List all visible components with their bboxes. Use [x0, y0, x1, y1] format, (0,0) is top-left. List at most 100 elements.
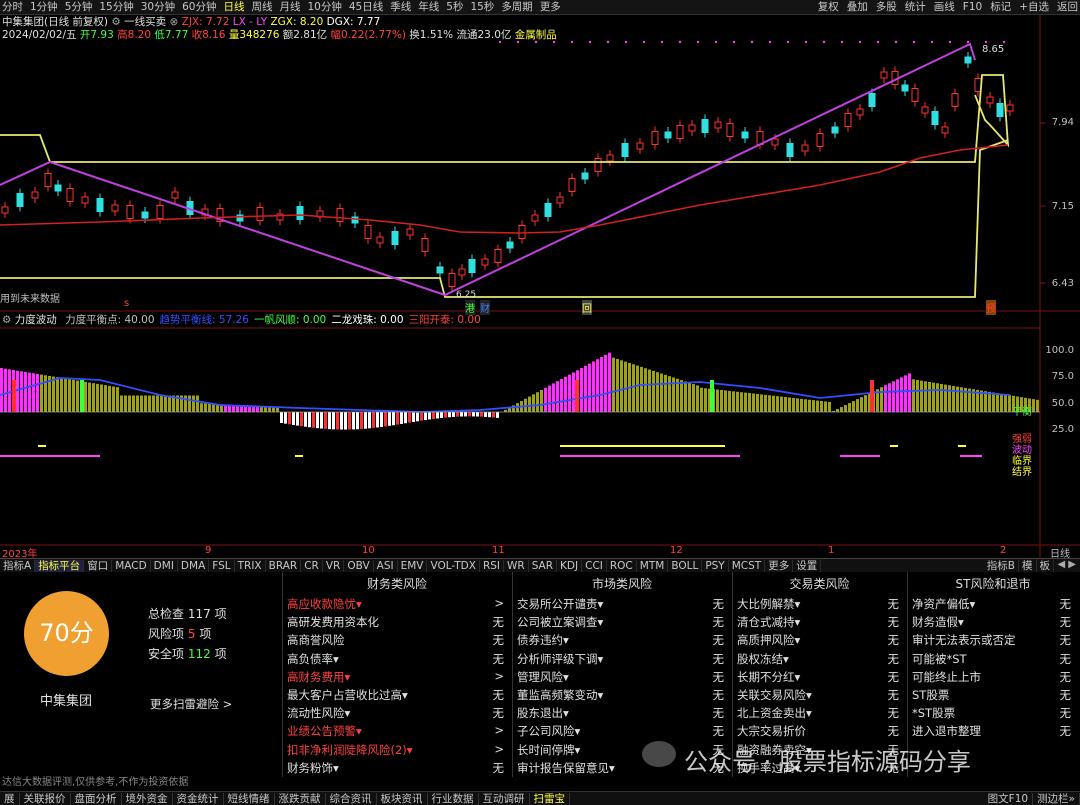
indicator-tab[interactable]: VR [323, 560, 345, 572]
risk-item[interactable]: 股权冻结▾ [737, 651, 789, 667]
period-tab[interactable]: 15秒 [470, 0, 494, 14]
buyback-marker[interactable]: 回 [582, 300, 592, 315]
statusbar-item[interactable]: 互动调研 [479, 793, 530, 805]
indicator-tab[interactable]: EMV [398, 560, 428, 572]
risk-item[interactable]: 股东退出▾ [517, 705, 569, 721]
statusbar-item[interactable]: 行业数据 [428, 793, 479, 805]
risk-item[interactable]: 管理风险▾ [517, 669, 569, 685]
period-tab[interactable]: 日线 [224, 0, 245, 14]
statusbar-right-item[interactable]: 图文F10 [984, 793, 1034, 805]
indicator-tab[interactable]: FSL [209, 560, 235, 572]
statusbar-item[interactable]: 综合资讯 [326, 793, 377, 805]
risk-item[interactable]: 高应收款隐忧▾ [287, 596, 362, 612]
risk-item[interactable]: 最大客户占营收比过高▾ [287, 687, 408, 703]
risk-item[interactable]: 扣非净利润陡降风险(2)▾ [287, 742, 413, 758]
period-tab[interactable]: 年线 [418, 0, 439, 14]
statusbar-item[interactable]: 展 [0, 793, 20, 805]
risk-item[interactable]: 债券违约▾ [517, 632, 569, 648]
period-tab[interactable]: 5秒 [446, 0, 463, 14]
indicator-tab[interactable]: MACD [112, 560, 151, 572]
period-tab[interactable]: 5分钟 [65, 0, 93, 14]
indicator-close-icon[interactable]: ⊗ [169, 16, 178, 28]
indicator-tab[interactable]: DMI [151, 560, 178, 572]
risk-item[interactable]: 大比例解禁▾ [737, 596, 800, 612]
statusbar-item[interactable]: 扫雷宝 [530, 793, 570, 805]
indicator-tab[interactable]: BRAR [266, 560, 302, 572]
risk-item[interactable]: 高研发费用资本化 [287, 614, 379, 630]
toolbar-button[interactable]: 画线 [934, 0, 955, 14]
indicator-tab[interactable]: 指标平台 [35, 560, 85, 572]
tab-scroll-icon[interactable]: ◀ ▶ [1057, 559, 1076, 570]
risk-item[interactable]: 公司被立案调查▾ [517, 614, 603, 630]
indicator-tab[interactable]: CR [301, 560, 323, 572]
risk-item[interactable]: *ST股票 [912, 705, 955, 721]
risk-item[interactable]: 董监高频繁变动▾ [517, 687, 603, 703]
indicator-tab[interactable]: DMA [178, 560, 210, 572]
period-tab[interactable]: 1分钟 [30, 0, 58, 14]
period-tab[interactable]: 周线 [252, 0, 273, 14]
indicator-tab[interactable]: VOL-TDX [427, 560, 480, 572]
period-tab[interactable]: 30分钟 [141, 0, 175, 14]
statusbar-right-item[interactable]: 测边栏» [1033, 793, 1080, 805]
risk-item[interactable]: 净资产偏低▾ [912, 596, 975, 612]
period-tab[interactable]: 月线 [280, 0, 301, 14]
risk-item[interactable]: 北上资金卖出▾ [737, 705, 812, 721]
indicator-tab[interactable]: WR [504, 560, 529, 572]
period-tab[interactable]: 分时 [2, 0, 23, 14]
statusbar-item[interactable]: 板块资讯 [377, 793, 428, 805]
period-tab[interactable]: 60分钟 [182, 0, 216, 14]
risk-item[interactable]: 清仓式减持▾ [737, 614, 800, 630]
indicator-tab[interactable]: 更多 [765, 560, 794, 572]
risk-item[interactable]: 交易所公开谴责▾ [517, 596, 603, 612]
indicator-tab[interactable]: 窗口 [84, 560, 113, 572]
toolbar-button[interactable]: 返回 [1057, 0, 1078, 14]
statusbar-item[interactable]: 盘面分析 [71, 793, 122, 805]
toolbar-button[interactable]: 叠加 [847, 0, 868, 14]
risk-item[interactable]: 高质押风险▾ [737, 632, 800, 648]
risk-item[interactable]: 高商誉风险 [287, 632, 345, 648]
risk-item[interactable]: 子公司风险▾ [517, 723, 580, 739]
period-tab[interactable]: 10分钟 [308, 0, 342, 14]
indicator-tab[interactable]: SAR [529, 560, 558, 572]
statusbar-item[interactable]: 关联报价 [20, 793, 71, 805]
toolbar-button[interactable]: +自选 [1019, 0, 1049, 14]
statusbar-item[interactable]: 资金统计 [173, 793, 224, 805]
risk-item[interactable]: 审计报告保留意见▾ [517, 760, 615, 776]
risk-item[interactable]: 高负债率▾ [287, 651, 339, 667]
risk-item[interactable]: ST股票 [912, 687, 949, 703]
settings-icon[interactable]: ⚙ [111, 16, 120, 28]
indicator-tab[interactable]: CCI [582, 560, 607, 572]
risk-item[interactable]: 财务粉饰▾ [287, 760, 339, 776]
finance-marker[interactable]: 财 [480, 300, 490, 315]
statusbar-item[interactable]: 涨跌贡献 [275, 793, 326, 805]
toolbar-button[interactable]: 复权 [818, 0, 839, 14]
indicator-tab[interactable]: PSY [702, 560, 729, 572]
risk-item[interactable]: 审计无法表示或否定 [912, 632, 1016, 648]
indicator-settings-icon[interactable]: ⚙ [2, 314, 11, 326]
indicator-tab[interactable]: BOLL [668, 560, 703, 572]
kline-chart[interactable] [0, 15, 1080, 560]
toolbar-button[interactable]: 多股 [876, 0, 897, 14]
indicator-tab[interactable]: KDJ [557, 560, 583, 572]
risk-item[interactable]: 高财务费用▾ [287, 669, 350, 685]
risk-item[interactable]: 长期不分红▾ [737, 669, 800, 685]
risk-item[interactable]: 可能被*ST [912, 651, 967, 667]
statusbar-item[interactable]: 短线情绪 [224, 793, 275, 805]
indicator-tab[interactable]: 指标A [0, 560, 36, 572]
toolbar-button[interactable]: F10 [963, 0, 982, 14]
toolbar-button[interactable]: 标记 [990, 0, 1011, 14]
period-tab[interactable]: 15分钟 [99, 0, 133, 14]
risk-item[interactable]: 业绩公告预警▾ [287, 723, 362, 739]
more-scan-link[interactable]: 更多扫雷避险 > [150, 696, 232, 712]
forecast-marker[interactable]: 预 [986, 300, 996, 315]
period-tab[interactable]: 45日线 [349, 0, 383, 14]
risk-item[interactable]: 流动性风险▾ [287, 705, 350, 721]
indicator-tab[interactable]: 设置 [793, 560, 822, 572]
hk-marker[interactable]: 港 [465, 300, 475, 315]
indicator-tab[interactable]: MCST [729, 560, 766, 572]
indicator-tab[interactable]: ROC [607, 560, 637, 572]
risk-item[interactable]: 分析师评级下调▾ [517, 651, 603, 667]
indicator-tab[interactable]: TRIX [235, 560, 266, 572]
indicator-tab[interactable]: MTM [637, 560, 669, 572]
statusbar-item[interactable]: 境外资金 [122, 793, 173, 805]
